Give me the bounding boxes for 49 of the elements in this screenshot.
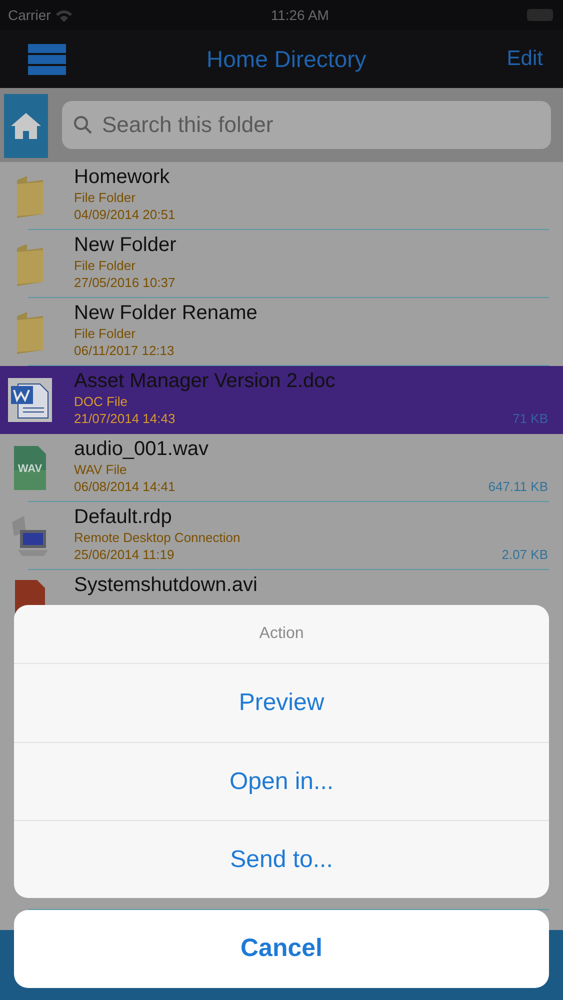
file-size: 647.11 KB: [488, 478, 548, 496]
wifi-icon: [54, 8, 73, 22]
file-date: 25/06/2014 11:19: [74, 546, 176, 563]
file-name: Default.rdp: [74, 505, 173, 529]
file-row[interactable]: New Folder Rename File Folder 06/11/2017 12:13: [0, 298, 563, 366]
home-button[interactable]: [4, 94, 48, 158]
file-name: Systemshutdown.avi: [74, 573, 258, 597]
file-row[interactable]: Homework File Folder 04/09/2014 20:51: [0, 162, 563, 230]
file-name: audio_001.wav: [74, 437, 209, 461]
file-row[interactable]: Default.rdp Remote Desktop Connection 25/06/2014 11:19 2.07 KB: [0, 502, 563, 570]
file-name: Homework: [74, 165, 171, 189]
file-type: File Folder: [74, 257, 136, 274]
folder-icon: [15, 174, 45, 218]
menu-icon[interactable]: [28, 44, 66, 74]
file-name: New Folder Rename: [74, 301, 258, 325]
file-row[interactable]: WAV audio_001.wav WAV File 06/08/2014 14:41 647.11 KB: [0, 434, 563, 502]
action-button[interactable]: Preview: [14, 664, 549, 742]
file-size: 71 KB: [512, 410, 548, 428]
battery-icon: [527, 9, 555, 21]
file-type: DOC File: [74, 393, 128, 410]
clock: 11:26 AM: [270, 6, 329, 24]
document-icon: [8, 378, 52, 422]
cancel-button[interactable]: Cancel: [14, 910, 549, 988]
file-date: 04/09/2014 20:51: [74, 206, 176, 223]
sheet-title: Action: [14, 605, 549, 664]
file-type: Remote Desktop Connection: [74, 529, 240, 546]
file-date: 06/11/2017 12:13: [74, 342, 176, 359]
file-date: 27/05/2016 10:37: [74, 274, 176, 291]
file-type: WAV File: [74, 461, 128, 478]
carrier-label: Carrier: [8, 6, 51, 24]
file-type: File Folder: [74, 189, 136, 206]
home-icon: [10, 112, 42, 140]
search-icon: [73, 115, 93, 135]
search-field[interactable]: Search this folder: [62, 101, 551, 149]
file-date: 06/08/2014 14:41: [74, 478, 176, 495]
file-size: 2.07 KB: [502, 546, 548, 564]
action-button[interactable]: Open in...: [14, 742, 549, 820]
action-button[interactable]: Send to...: [14, 820, 549, 898]
audio-file-icon: WAV: [12, 446, 48, 490]
file-date: 21/07/2014 14:43: [74, 410, 176, 427]
file-row[interactable]: New Folder File Folder 27/05/2016 10:37: [0, 230, 563, 298]
file-type: File Folder: [74, 325, 136, 342]
folder-icon: [15, 310, 45, 354]
folder-icon: [15, 242, 45, 286]
screen-title: Home Directory: [206, 44, 366, 74]
file-row[interactable]: Asset Manager Version 2.doc DOC File 21/07/2014 14:43 71 KB: [0, 366, 563, 434]
computer-icon: [10, 514, 50, 558]
file-name: New Folder: [74, 233, 176, 257]
file-name: Asset Manager Version 2.doc: [74, 369, 336, 393]
